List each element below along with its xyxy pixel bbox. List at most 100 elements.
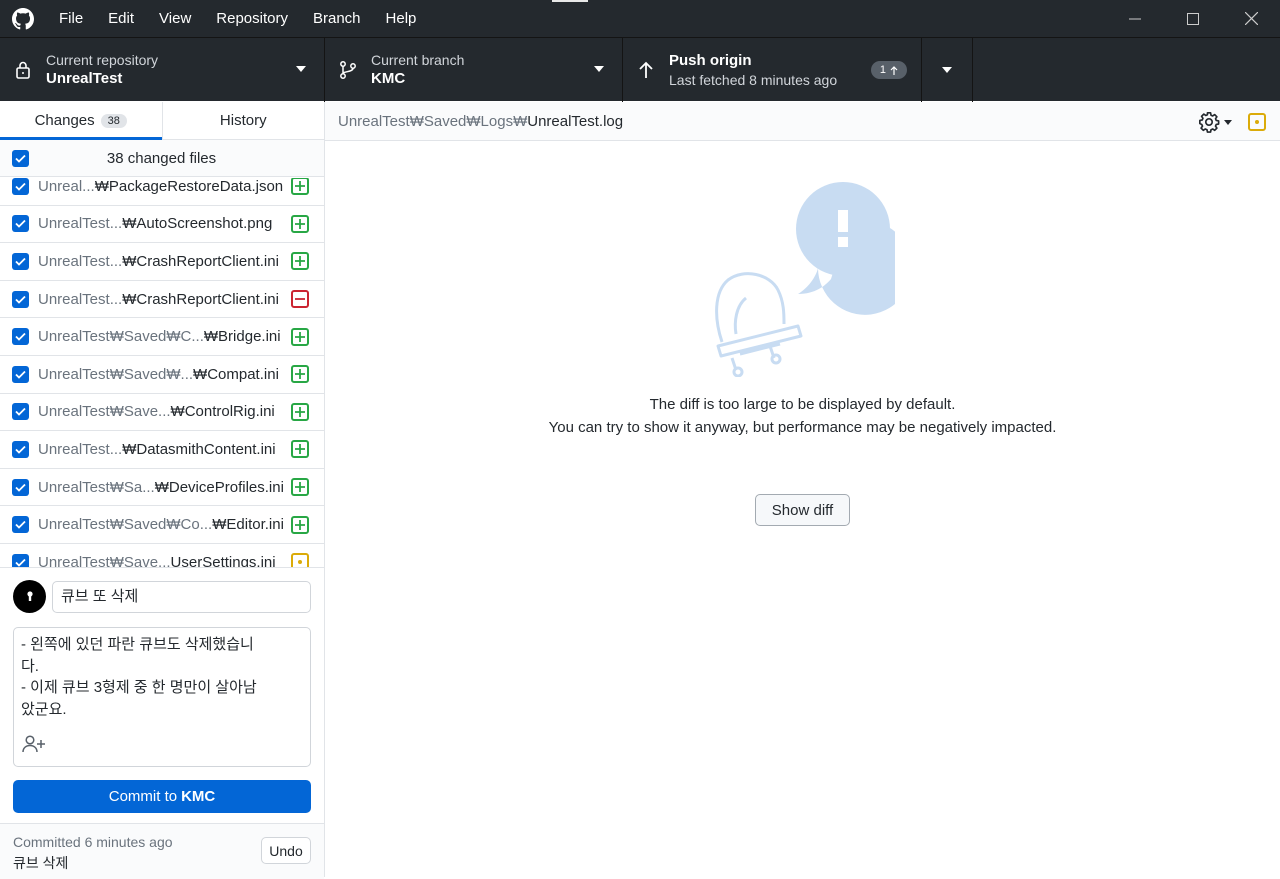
menu-repository[interactable]: Repository xyxy=(204,0,301,37)
file-path-directory: UnrealTest₩Saved₩... xyxy=(38,365,194,383)
changes-count-badge: 38 xyxy=(100,113,127,128)
repository-label: Current repository xyxy=(46,52,159,68)
repository-text: Current repository UnrealTest xyxy=(46,51,158,89)
message-line-2: You can try to show it anyway, but perfo… xyxy=(548,419,1057,436)
push-text: Push origin Last fetched 8 minutes ago xyxy=(669,51,837,89)
checkmark-icon xyxy=(15,154,26,163)
file-list-item[interactable]: UnrealTest...₩CrashReportClient.ini xyxy=(0,243,324,281)
file-checkbox[interactable] xyxy=(12,440,29,458)
select-all-checkbox[interactable] xyxy=(12,149,29,167)
file-path-directory: UnrealTest... xyxy=(38,252,123,270)
file-list-item[interactable]: UnrealTest₩Saved₩C...₩Bridge.ini xyxy=(0,318,324,356)
file-path-directory: UnrealTest₩Sa... xyxy=(38,478,155,496)
file-path: UnrealTest₩Save...₩ControlRig.ini xyxy=(38,403,283,420)
diff-panel: UnrealTest₩Saved₩Logs₩UnrealTest.log The… xyxy=(325,102,1280,877)
chevron-down-icon xyxy=(1224,119,1232,125)
file-path: UnrealTest₩Saved₩C...₩Bridge.ini xyxy=(38,328,283,345)
toolbar: Current repository UnrealTest Current br… xyxy=(0,37,1280,102)
minimize-button[interactable] xyxy=(1106,0,1164,37)
file-path-name: UnrealTest.log xyxy=(527,112,624,130)
close-button[interactable] xyxy=(1222,0,1280,37)
file-path-name: ₩DeviceProfiles.ini xyxy=(154,478,283,496)
maximize-icon xyxy=(1187,12,1199,25)
summary-row: 큐브 또 삭제 xyxy=(13,580,311,613)
file-checkbox[interactable] xyxy=(12,252,29,270)
file-list-item[interactable]: UnrealTest...₩DatasmithContent.ini xyxy=(0,431,324,469)
tab-changes[interactable]: Changes 38 xyxy=(0,102,162,140)
added-status-icon xyxy=(291,440,309,459)
diff-too-large-message: The diff is too large to be displayed by… xyxy=(325,393,1280,439)
message-line-1: The diff is too large to be displayed by… xyxy=(649,396,956,413)
add-coauthor-button[interactable] xyxy=(22,735,46,758)
menu-file[interactable]: File xyxy=(46,0,96,37)
file-checkbox[interactable] xyxy=(12,215,29,233)
file-list-item[interactable]: UnrealTest₩Saved₩...₩Compat.ini xyxy=(0,356,324,394)
added-status-icon xyxy=(291,214,309,233)
file-path-directory: UnrealTest... xyxy=(38,440,123,458)
checkmark-icon xyxy=(15,370,26,379)
current-repository-button[interactable]: Current repository UnrealTest xyxy=(0,38,325,102)
file-checkbox[interactable] xyxy=(12,516,29,534)
file-path-name: ₩ControlRig.ini xyxy=(170,403,275,421)
file-checkbox[interactable] xyxy=(12,553,29,567)
show-diff-button[interactable]: Show diff xyxy=(755,494,850,526)
file-path: UnrealTest...₩DatasmithContent.ini xyxy=(38,441,283,458)
file-list-item[interactable]: Unreal...₩PackageRestoreData.json xyxy=(0,178,324,206)
tab-history-label: History xyxy=(219,112,267,129)
changes-header: 38 changed files xyxy=(0,140,324,177)
file-checkbox[interactable] xyxy=(12,290,29,308)
file-list-item[interactable]: UnrealTest...₩AutoScreenshot.png xyxy=(0,206,324,244)
file-path-directory: UnrealTest₩Saved₩Co... xyxy=(38,516,213,534)
file-checkbox[interactable] xyxy=(12,478,29,496)
file-list-item[interactable]: UnrealTest₩Save...₩ControlRig.ini xyxy=(0,394,324,432)
tab-history[interactable]: History xyxy=(161,102,325,139)
commit-description-text: - 왼쪽에 있던 파란 큐브도 삭제했습니 다. - 이제 큐브 3형제 중 한… xyxy=(21,636,257,718)
menu-edit[interactable]: Edit xyxy=(96,0,147,37)
file-checkbox[interactable] xyxy=(12,178,29,195)
commit-button-prefix: Commit to xyxy=(108,788,178,805)
branch-name: KMC xyxy=(371,70,406,87)
branch-label: Current branch xyxy=(371,52,465,68)
commit-description-input[interactable]: - 왼쪽에 있던 파란 큐브도 삭제했습니 다. - 이제 큐브 3형제 중 한… xyxy=(13,627,311,767)
push-options-dropdown[interactable] xyxy=(922,38,973,102)
commit-summary-input[interactable]: 큐브 또 삭제 xyxy=(52,580,311,613)
file-checkbox[interactable] xyxy=(12,403,29,421)
push-count-badge: 1 xyxy=(870,61,907,79)
file-path-name: ₩Bridge.ini xyxy=(203,328,281,346)
menu-branch[interactable]: Branch xyxy=(300,0,373,37)
last-fetched-text: Last fetched 8 minutes ago xyxy=(669,72,838,88)
commit-button[interactable]: Commit to KMC xyxy=(13,780,311,813)
file-list-item[interactable]: UnrealTest₩Save...UserSettings.ini xyxy=(0,544,324,567)
changed-files-list[interactable]: Unreal...₩PackageRestoreData.json UnrealT… xyxy=(0,178,324,567)
window-controls xyxy=(1106,0,1280,37)
file-path: UnrealTest₩Sa...₩DeviceProfiles.ini xyxy=(38,479,283,496)
modified-status-icon xyxy=(1248,113,1266,131)
file-list-item[interactable]: UnrealTest...₩CrashReportClient.ini xyxy=(0,281,324,319)
file-path: UnrealTest...₩AutoScreenshot.png xyxy=(38,215,283,232)
added-status-icon xyxy=(291,515,309,534)
github-logo-icon xyxy=(0,0,46,37)
maximize-button[interactable] xyxy=(1164,0,1222,37)
file-checkbox[interactable] xyxy=(12,365,29,383)
file-path-directory: Unreal... xyxy=(38,178,95,195)
undo-button[interactable]: Undo xyxy=(261,837,311,864)
menu-bar: File Edit View Repository Branch Help xyxy=(46,0,429,37)
checkmark-icon xyxy=(15,445,26,454)
menu-help[interactable]: Help xyxy=(373,0,429,37)
file-checkbox[interactable] xyxy=(12,328,29,346)
push-origin-button[interactable]: Push origin Last fetched 8 minutes ago 1 xyxy=(623,38,922,102)
file-path-directory: UnrealTest₩Save... xyxy=(38,403,171,421)
title-bar: File Edit View Repository Branch Help xyxy=(0,0,1280,37)
file-list-item[interactable]: UnrealTest₩Sa...₩DeviceProfiles.ini xyxy=(0,469,324,507)
added-status-icon xyxy=(291,478,309,497)
added-status-icon xyxy=(291,178,309,196)
file-path: UnrealTest...₩CrashReportClient.ini xyxy=(38,253,283,270)
menu-view[interactable]: View xyxy=(147,0,204,37)
file-list-item[interactable]: UnrealTest₩Saved₩Co...₩Editor.ini xyxy=(0,506,324,544)
chevron-down-icon xyxy=(942,67,952,73)
current-branch-button[interactable]: Current branch KMC xyxy=(325,38,623,102)
diff-settings-button[interactable] xyxy=(1198,111,1232,133)
file-rows: Unreal...₩PackageRestoreData.json UnrealT… xyxy=(0,178,324,567)
checkmark-icon xyxy=(15,558,26,567)
checkmark-icon xyxy=(15,483,26,492)
